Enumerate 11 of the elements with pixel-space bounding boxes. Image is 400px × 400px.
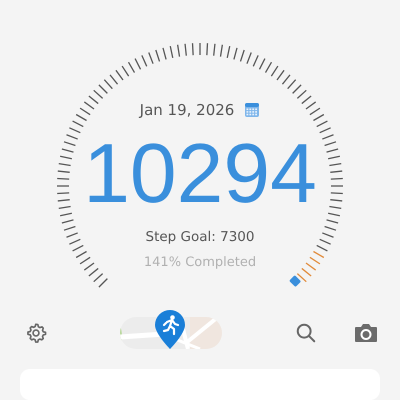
progress-ticks [296,250,324,282]
step-goal: Step Goal: 7300 [146,229,254,245]
completion-text: 141% Completed [144,255,256,270]
running-pin-icon[interactable] [154,310,186,350]
camera-icon[interactable] [354,323,378,344]
step-count: 10294 [83,131,317,215]
search-icon[interactable] [295,322,317,344]
progress-marker-icon [289,275,302,288]
calendar-icon[interactable] [244,102,260,118]
date-label: Jan 19, 2026 [140,101,234,119]
settings-icon[interactable] [25,322,47,344]
